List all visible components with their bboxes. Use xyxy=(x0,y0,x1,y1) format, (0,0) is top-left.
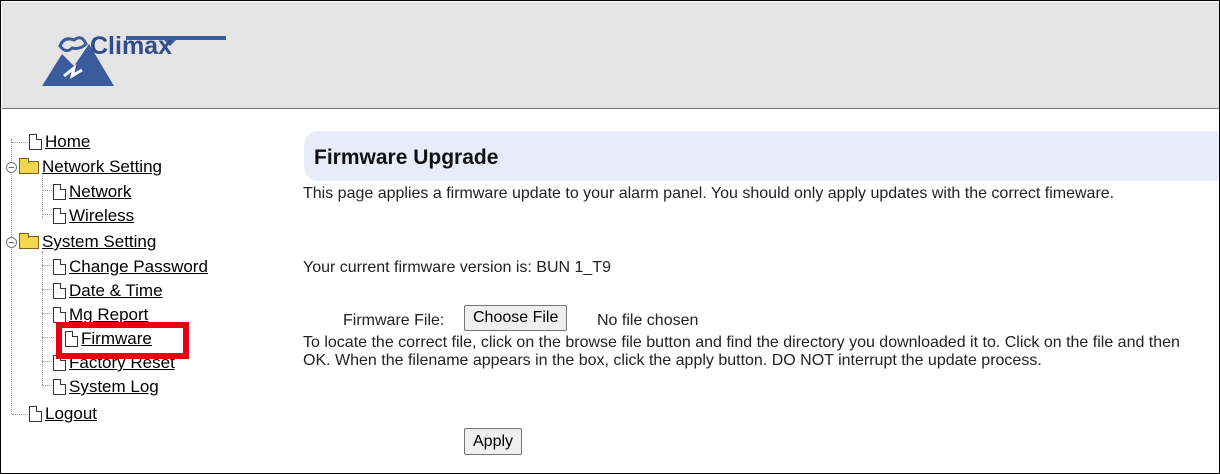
sidebar-item-home[interactable]: Home xyxy=(29,131,90,153)
instructions-text: To locate the correct file, click on the… xyxy=(303,334,1180,369)
sidebar-link-system-setting[interactable]: System Setting xyxy=(42,232,156,252)
sidebar-item-network[interactable]: Network xyxy=(53,181,131,203)
sidebar-link-home[interactable]: Home xyxy=(45,132,90,152)
sidebar-link-wireless[interactable]: Wireless xyxy=(69,206,134,226)
page-icon xyxy=(29,134,42,150)
sidebar-link-system-log[interactable]: System Log xyxy=(69,377,159,397)
page-icon xyxy=(53,184,66,200)
intro-text: This page applies a firmware update to y… xyxy=(303,185,1115,202)
collapse-icon[interactable]: − xyxy=(6,236,17,248)
sidebar-link-network[interactable]: Network xyxy=(69,182,131,202)
highlight-box xyxy=(56,322,189,359)
sidebar-link-logout[interactable]: Logout xyxy=(45,404,97,424)
sidebar-tree: Home − Network Setting Network Wireless … xyxy=(1,131,291,471)
sidebar-item-logout[interactable]: Logout xyxy=(29,403,97,425)
page-icon xyxy=(53,283,66,299)
folder-open-icon xyxy=(19,232,39,249)
folder-open-icon xyxy=(19,157,39,174)
sidebar-item-system-log[interactable]: System Log xyxy=(53,376,159,398)
choose-file-button[interactable]: Choose File xyxy=(464,305,568,331)
no-file-status: No file chosen xyxy=(597,312,699,329)
sidebar-item-wireless[interactable]: Wireless xyxy=(53,205,134,227)
page-icon xyxy=(53,307,66,323)
page-icon xyxy=(53,259,66,275)
header: Climax xyxy=(2,2,1219,109)
sidebar-folder-network-setting[interactable]: − Network Setting xyxy=(6,156,162,178)
brand-name: Climax xyxy=(90,32,172,60)
title-bar: Firmware Upgrade xyxy=(304,131,1219,181)
firmware-file-label: Firmware File: xyxy=(343,312,445,329)
page-frame: Climax Home − Network Setting Network Wi… xyxy=(0,0,1220,474)
sidebar-link-change-password[interactable]: Change Password xyxy=(69,257,208,277)
page-icon xyxy=(53,379,66,395)
collapse-icon[interactable]: − xyxy=(6,161,17,173)
page-title: Firmware Upgrade xyxy=(314,146,499,169)
page-icon xyxy=(29,406,42,422)
current-version-text: Your current firmware version is: BUN 1_… xyxy=(303,259,611,276)
sidebar-item-date-time[interactable]: Date & Time xyxy=(53,280,163,302)
apply-button[interactable]: Apply xyxy=(464,428,523,455)
page-icon xyxy=(53,208,66,224)
sidebar-folder-system-setting[interactable]: − System Setting xyxy=(6,231,156,253)
sidebar-link-network-setting[interactable]: Network Setting xyxy=(42,157,162,177)
sidebar-item-change-password[interactable]: Change Password xyxy=(53,256,208,278)
sidebar-link-date-time[interactable]: Date & Time xyxy=(69,281,163,301)
